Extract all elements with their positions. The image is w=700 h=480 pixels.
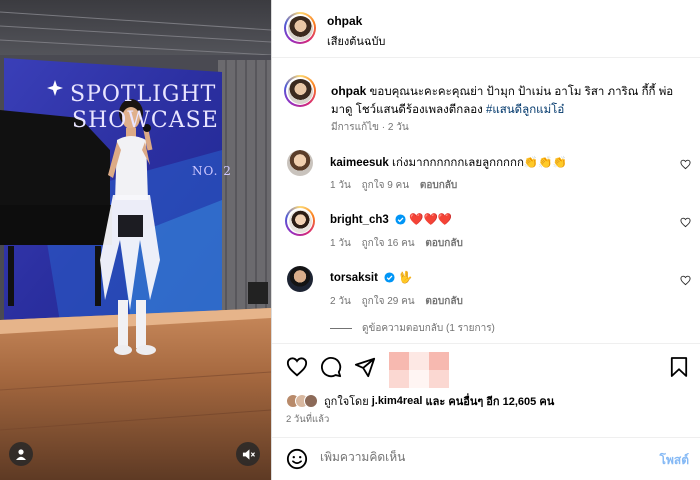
comment-time: 2 วัน — [330, 296, 351, 307]
likes-prefix: ถูกใจโดย — [324, 396, 369, 408]
comment-icon[interactable] — [320, 356, 342, 378]
author-username[interactable]: ohpak — [327, 14, 362, 28]
post-actions: ถูกใจโดย j.kim4real และ คนอื่นๆ อีก 12,6… — [272, 343, 700, 443]
post-video[interactable]: SPOTLIGHT SHOWCASE NO. 2 — [0, 0, 271, 480]
mute-icon — [242, 448, 255, 460]
commenter-avatar[interactable] — [285, 206, 315, 236]
reply-button[interactable]: ตอบกลับ — [425, 296, 462, 307]
caption-hashtag[interactable]: #แสนดีลูกแม่โอ๋ — [486, 104, 564, 116]
concert-stage-image — [0, 0, 271, 480]
comment-item: kaimeesuk เก่งมากกกกกกเลยลูกกกกก👏👏👏 1 วั… — [272, 150, 700, 200]
mute-button[interactable] — [236, 442, 260, 466]
caption-meta: มีการแก้ไข · 2 วัน — [331, 122, 409, 133]
comment-likes[interactable]: ถูกใจ 9 คน — [362, 180, 410, 191]
comment-composer: โพสต์ — [272, 437, 700, 480]
caption-username[interactable]: ohpak — [331, 84, 366, 98]
tagged-users-button[interactable] — [9, 442, 33, 466]
reply-button[interactable]: ตอบกลับ — [425, 238, 462, 249]
comment-username[interactable]: torsaksit — [330, 272, 378, 284]
author-avatar[interactable] — [284, 12, 316, 44]
comment-item: torsaksit 🖖 2 วัน ถูกใจ 29 คน ตอบกลับ — [272, 266, 700, 316]
comment-item: bright_ch3 ❤️❤️❤️ 1 วัน ถูกใจ 16 คน ตอบก… — [272, 206, 700, 258]
likes-summary: ถูกใจโดย j.kim4real และ คนอื่นๆ อีก 12,6… — [286, 392, 554, 410]
caption-avatar[interactable] — [284, 75, 316, 107]
share-icon[interactable] — [354, 356, 376, 378]
post-details-panel: ohpak เสียงต้นฉบับ ohpak ขอบคุณนะคะคะคุณ… — [271, 0, 700, 480]
comment-likes[interactable]: ถูกใจ 16 คน — [362, 238, 415, 249]
heart-icon[interactable] — [680, 217, 691, 228]
commenter-avatar[interactable] — [287, 266, 313, 292]
redacted-region — [389, 352, 449, 388]
likes-user[interactable]: j.kim4real — [372, 395, 423, 407]
view-replies-button[interactable]: ดูข้อความตอบกลับ (1 รายการ) — [330, 321, 495, 336]
likes-others[interactable]: คนอื่นๆ อีก 12,605 คน — [448, 392, 554, 410]
comment-input[interactable] — [320, 450, 620, 464]
view-replies-label: ดูข้อความตอบกลับ (1 รายการ) — [362, 323, 495, 334]
comment-username[interactable]: kaimeesuk — [330, 157, 389, 169]
banner-number: NO. 2 — [192, 164, 232, 178]
reply-button[interactable]: ตอบกลับ — [420, 180, 457, 191]
post-comment-button[interactable]: โพสต์ — [660, 451, 689, 470]
liker-avatar[interactable] — [304, 394, 318, 408]
heart-icon[interactable] — [680, 159, 691, 170]
reply-divider — [330, 328, 352, 329]
banner-title-line2: SHOWCASE — [72, 108, 219, 133]
liker-avatars — [286, 394, 318, 408]
comment-text: เก่งมากกกกกกเลยลูกกกกก👏👏👏 — [392, 157, 567, 169]
comment-time: 1 วัน — [330, 238, 351, 249]
user-tag-icon — [16, 449, 26, 460]
post-dialog: SPOTLIGHT SHOWCASE NO. 2 ohpak เสียงต้นฉ… — [0, 0, 700, 480]
banner-title-line1: SPOTLIGHT — [70, 82, 217, 107]
caption: ohpak ขอบคุณนะคะคะคุณย่า ป้ามุก ป้าเม่น … — [331, 82, 691, 119]
post-time[interactable]: 2 วันที่แล้ว — [286, 412, 329, 427]
comment-time: 1 วัน — [330, 180, 351, 191]
comment-username[interactable]: bright_ch3 — [330, 214, 389, 226]
audio-label[interactable]: เสียงต้นฉบับ — [327, 32, 385, 50]
commenter-avatar[interactable] — [287, 150, 313, 176]
verified-badge-icon — [395, 214, 406, 225]
heart-icon[interactable] — [286, 356, 308, 378]
comment-text: 🖖 — [398, 272, 413, 284]
heart-icon[interactable] — [680, 275, 691, 286]
comment-text: ❤️❤️❤️ — [409, 214, 453, 226]
verified-badge-icon — [384, 272, 395, 283]
post-header: ohpak เสียงต้นฉบับ — [272, 0, 700, 58]
emoji-icon[interactable] — [286, 448, 308, 470]
likes-middle: และ — [425, 396, 446, 408]
comment-likes[interactable]: ถูกใจ 29 คน — [362, 296, 415, 307]
bookmark-icon[interactable] — [670, 356, 688, 378]
